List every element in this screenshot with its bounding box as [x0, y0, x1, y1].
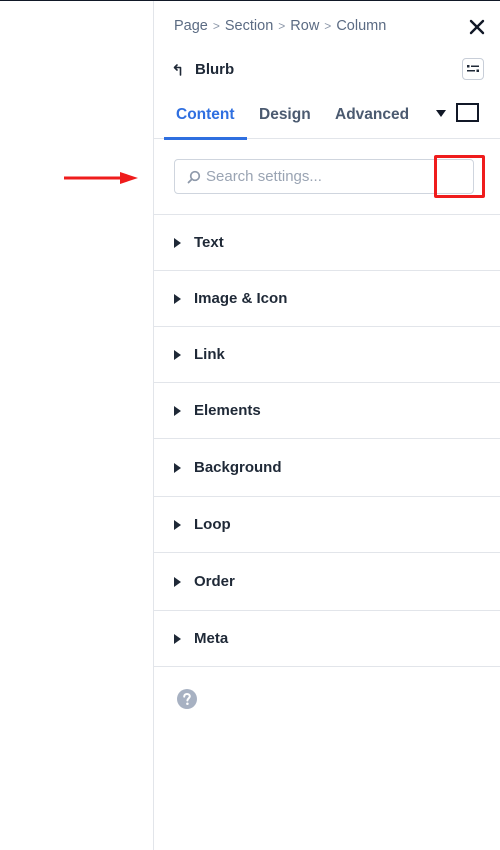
group-label: Elements: [194, 402, 261, 419]
caret-right-icon: [174, 349, 181, 360]
caret-right-icon: [174, 237, 181, 248]
group-meta[interactable]: Meta: [154, 611, 500, 667]
group-link[interactable]: Link: [154, 327, 500, 383]
panel-menu-button[interactable]: [462, 58, 484, 80]
caret-right-icon: [174, 405, 181, 416]
module-header: Blurb: [173, 61, 234, 78]
group-label: Image & Icon: [194, 290, 288, 307]
group-background[interactable]: Background: [154, 439, 500, 497]
group-label: Background: [194, 459, 282, 476]
tab-bar: Content Design Advanced: [154, 97, 500, 140]
search-icon: [187, 170, 201, 184]
back-arrow-icon[interactable]: [173, 63, 187, 77]
tab-content[interactable]: Content: [164, 97, 247, 140]
group-elements[interactable]: Elements: [154, 383, 500, 439]
search-input[interactable]: [206, 160, 426, 193]
settings-panel: Page > Section > Row > Column Blurb Cont…: [153, 1, 500, 850]
page: Page > Section > Row > Column Blurb Cont…: [0, 0, 500, 850]
breadcrumb-item-column[interactable]: Column: [336, 18, 386, 34]
breadcrumb-separator-icon: >: [212, 19, 220, 33]
annotation-highlight-box: [434, 155, 485, 198]
caret-right-icon: [174, 293, 181, 304]
view-toggle-button[interactable]: [456, 103, 479, 122]
search-section: [154, 140, 500, 215]
close-icon[interactable]: [468, 18, 486, 36]
group-label: Text: [194, 234, 224, 251]
breadcrumb-item-row[interactable]: Row: [290, 18, 319, 34]
group-label: Link: [194, 346, 225, 363]
group-label: Meta: [194, 630, 229, 647]
group-text[interactable]: Text: [154, 215, 500, 271]
breadcrumb-separator-icon: >: [324, 19, 332, 33]
search-box: [174, 159, 474, 194]
breadcrumb: Page > Section > Row > Column: [174, 18, 386, 34]
tab-advanced[interactable]: Advanced: [335, 97, 409, 139]
settings-groups: Text Image & Icon Link Elements Backgrou…: [154, 215, 500, 667]
caret-right-icon: [174, 576, 181, 587]
group-order[interactable]: Order: [154, 553, 500, 611]
caret-right-icon: [174, 462, 181, 473]
breadcrumb-item-page[interactable]: Page: [174, 18, 208, 34]
panel-menu-icon: [467, 65, 479, 72]
group-image-icon[interactable]: Image & Icon: [154, 271, 500, 327]
caret-right-icon: [174, 519, 181, 530]
help-icon[interactable]: [177, 689, 197, 709]
breadcrumb-separator-icon: >: [278, 19, 286, 33]
group-loop[interactable]: Loop: [154, 497, 500, 553]
group-label: Loop: [194, 516, 231, 533]
tab-design[interactable]: Design: [259, 97, 311, 139]
breadcrumb-item-section[interactable]: Section: [225, 18, 273, 34]
caret-right-icon: [174, 633, 181, 644]
caret-down-icon[interactable]: [436, 110, 446, 118]
group-label: Order: [194, 573, 235, 590]
module-title: Blurb: [195, 61, 235, 78]
annotation-arrow-icon: [64, 172, 138, 184]
